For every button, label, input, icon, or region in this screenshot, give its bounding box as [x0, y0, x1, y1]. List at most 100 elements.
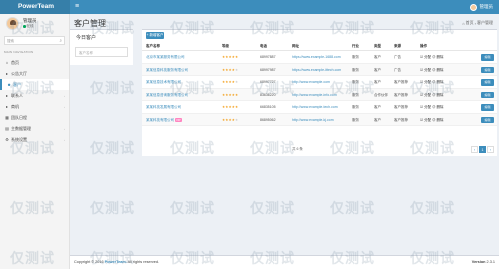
type-cell: 客户 [374, 105, 381, 109]
sidebar-item-label: 系统设置 [11, 136, 27, 142]
chevron-left-icon: ‹ [64, 126, 65, 131]
row-actions[interactable]: ☑ 分配 ⊘ 删除 [420, 89, 444, 102]
row-actions[interactable]: ☑ 分配 ⊘ 删除 [420, 76, 444, 89]
sidebar-search-placeholder: 搜索 [7, 39, 14, 43]
row-actions[interactable]: ☑ 分配 ⊘ 删除 [420, 51, 444, 64]
sidebar-item-2[interactable]: ▸ 公告大厅 [0, 68, 69, 79]
search-icon[interactable]: ⌕ [59, 38, 62, 43]
column-header: 客户名称 [146, 44, 160, 48]
menu-toggle-icon[interactable]: ≡ [72, 0, 82, 14]
next-page-button[interactable]: › [487, 146, 494, 153]
source-cell: 客户推荐 [394, 117, 408, 122]
version-info: Version 2.3.1 [472, 260, 495, 264]
customer-name-link[interactable]: 某某科技发展有限公司 [146, 101, 181, 114]
sidebar-item-7[interactable]: ▤ 主数据管理 ‹ [0, 123, 69, 134]
sidebar-item-label: 商机 [11, 103, 19, 109]
briefcase-icon: ▸ [5, 104, 8, 109]
website-link[interactable]: https://www.example-ittech.com [292, 64, 341, 77]
total-count: 共 6 条 [292, 147, 303, 151]
contact-icon: ▸ [5, 93, 8, 98]
type-cell: 客户 [374, 117, 381, 122]
chevron-left-icon: ‹ [64, 93, 65, 98]
industry-cell: 服务 [352, 117, 359, 122]
column-header: 类型 [374, 44, 381, 48]
edit-button[interactable]: 编辑 [481, 104, 494, 111]
phone-cell: 68997887 [260, 55, 276, 59]
phone-cell: 66835105 [260, 105, 276, 109]
sidebar-item-3[interactable]: ☻ 客户 [0, 79, 69, 90]
rating-stars: ★★★★★ [222, 51, 238, 64]
chevron-left-icon: ‹ [64, 104, 65, 109]
table-row: 某某信息咨询服务有限公司 ★★★★★ 83636220 http://www.exam… [142, 88, 497, 102]
table-header: 客户名称 等级 电话 网址 行业 类型 来源 操作 [142, 42, 497, 51]
prev-page-button[interactable]: ‹ [471, 146, 478, 153]
customer-name-link[interactable]: 某某信息咨询服务有限公司 [146, 89, 188, 102]
customer-name-link[interactable]: 北京市某某服务有限公司 [146, 51, 185, 64]
breadcrumb: ⌂ 首页 › 客户管理 [462, 20, 493, 26]
page-button[interactable]: 1 [479, 146, 486, 153]
sidebar-item-8[interactable]: ⚙ 系统设置 ‹ [0, 134, 69, 145]
copyright-brand-link[interactable]: PowerTeam. [105, 260, 127, 264]
nav-header: MAIN NAVIGATION [4, 50, 34, 54]
edit-button[interactable]: 编辑 [481, 54, 494, 61]
phone-cell: 68997727 [260, 80, 276, 84]
main-content: 客户管理 ⌂ 首页 › 客户管理 今日客户 客户名称 + 新增客户 客户名称 等级… [70, 14, 499, 254]
customer-name-link[interactable]: 某某科技有限公司 VIP [146, 114, 182, 127]
type-cell: 合作伙伴 [374, 92, 388, 97]
user-panel: 管理员 在线 [0, 14, 69, 34]
home-icon: ⌂ [5, 60, 9, 65]
website-link[interactable]: http://www.example.com [292, 76, 330, 89]
chevron-left-icon: ‹ [64, 137, 65, 142]
industry-cell: 服务 [352, 80, 359, 84]
table-row: 某某科技发展有限公司 ★★★★★ 66835105 http://www.exampl… [142, 101, 497, 114]
table-row: 某某信息科技服务有限公司 ★★★★★ 68997987 https://www.exa… [142, 63, 497, 77]
star-icon: ★ [235, 55, 239, 59]
gear-icon: ⚙ [5, 137, 9, 142]
nav-list: ⌂ 首页 ▸ 公告大厅 ☻ 客户 ▸ 联系人 ‹ ▸ 商机 ‹ ▦ 团队日程 ▤ 主数据管理 ‹ ⚙ 系统设置 ‹ [0, 57, 69, 145]
sidebar-search-input[interactable]: 搜索 ⌕ [4, 36, 65, 45]
website-link[interactable]: https://www.example-1688.com [292, 51, 341, 64]
sidebar-item-6[interactable]: ▦ 团队日程 [0, 112, 69, 123]
page-title: 客户管理 [74, 19, 106, 28]
column-header: 操作 [420, 44, 427, 48]
vip-badge: VIP [175, 117, 182, 122]
customer-table-box: + 新增客户 客户名称 等级 电话 网址 行业 类型 来源 操作 北京市某某服务有限公司 ★★★… [142, 29, 497, 156]
website-link[interactable]: http://www.example-tech.com [292, 101, 338, 114]
customer-name-search-input[interactable]: 客户名称 [75, 47, 128, 57]
row-actions[interactable]: ☑ 分配 ⊘ 删除 [420, 64, 444, 77]
industry-cell: 服务 [352, 92, 359, 97]
sidebar-item-1[interactable]: ⌂ 首页 [0, 57, 69, 68]
top-navbar: PowerTeam ≡ 管理员 [0, 0, 499, 14]
today-customers-title: 今日客户 [76, 35, 97, 41]
sidebar-item-5[interactable]: ▸ 商机 ‹ [0, 101, 69, 112]
sidebar: 管理员 在线 搜索 ⌕ MAIN NAVIGATION ⌂ 首页 ▸ 公告大厅 ☻ 客户 ▸… [0, 14, 70, 269]
row-actions[interactable]: ☑ 分配 ⊘ 删除 [420, 101, 444, 114]
edit-button[interactable]: 编辑 [481, 66, 494, 73]
customer-name-link[interactable]: 某某信息科技服务有限公司 [146, 64, 188, 77]
breadcrumb-home[interactable]: 首页 [466, 20, 474, 26]
copyright-suffix: All rights reserved. [127, 260, 160, 264]
star-icon: ★ [235, 105, 239, 109]
table-row: 某某科技有限公司 VIP ★★★★★ 86895062 http://www.examp… [142, 113, 497, 127]
edit-button[interactable]: 编辑 [481, 91, 494, 98]
website-link[interactable]: http://www.example-kj.com [292, 114, 334, 127]
source-cell: 客户推荐 [394, 105, 408, 109]
source-cell: 客户推荐 [394, 80, 408, 84]
phone-cell: 86895062 [260, 117, 276, 122]
source-cell: 广告 [394, 67, 401, 72]
sidebar-item-4[interactable]: ▸ 联系人 ‹ [0, 90, 69, 101]
version-number: 2.3.1 [486, 260, 495, 264]
user-menu[interactable]: 管理员 [469, 0, 494, 14]
sidebar-item-label: 主数据管理 [11, 125, 31, 131]
customer-name-link[interactable]: 某某信息技术有限公司 [146, 76, 181, 89]
edit-button[interactable]: 编辑 [481, 116, 494, 123]
website-link[interactable]: http://www.example-info.com [292, 89, 337, 102]
home-icon: ⌂ [462, 20, 465, 26]
app-brand[interactable]: PowerTeam [0, 0, 70, 14]
add-customer-button[interactable]: + 新增客户 [146, 32, 164, 39]
rating-stars: ★★★★★ [222, 89, 238, 102]
header-user-name: 管理员 [479, 4, 494, 9]
row-actions[interactable]: ☑ 分配 ⊘ 删除 [420, 114, 444, 127]
edit-button[interactable]: 编辑 [481, 79, 494, 86]
column-header: 等级 [222, 44, 229, 48]
